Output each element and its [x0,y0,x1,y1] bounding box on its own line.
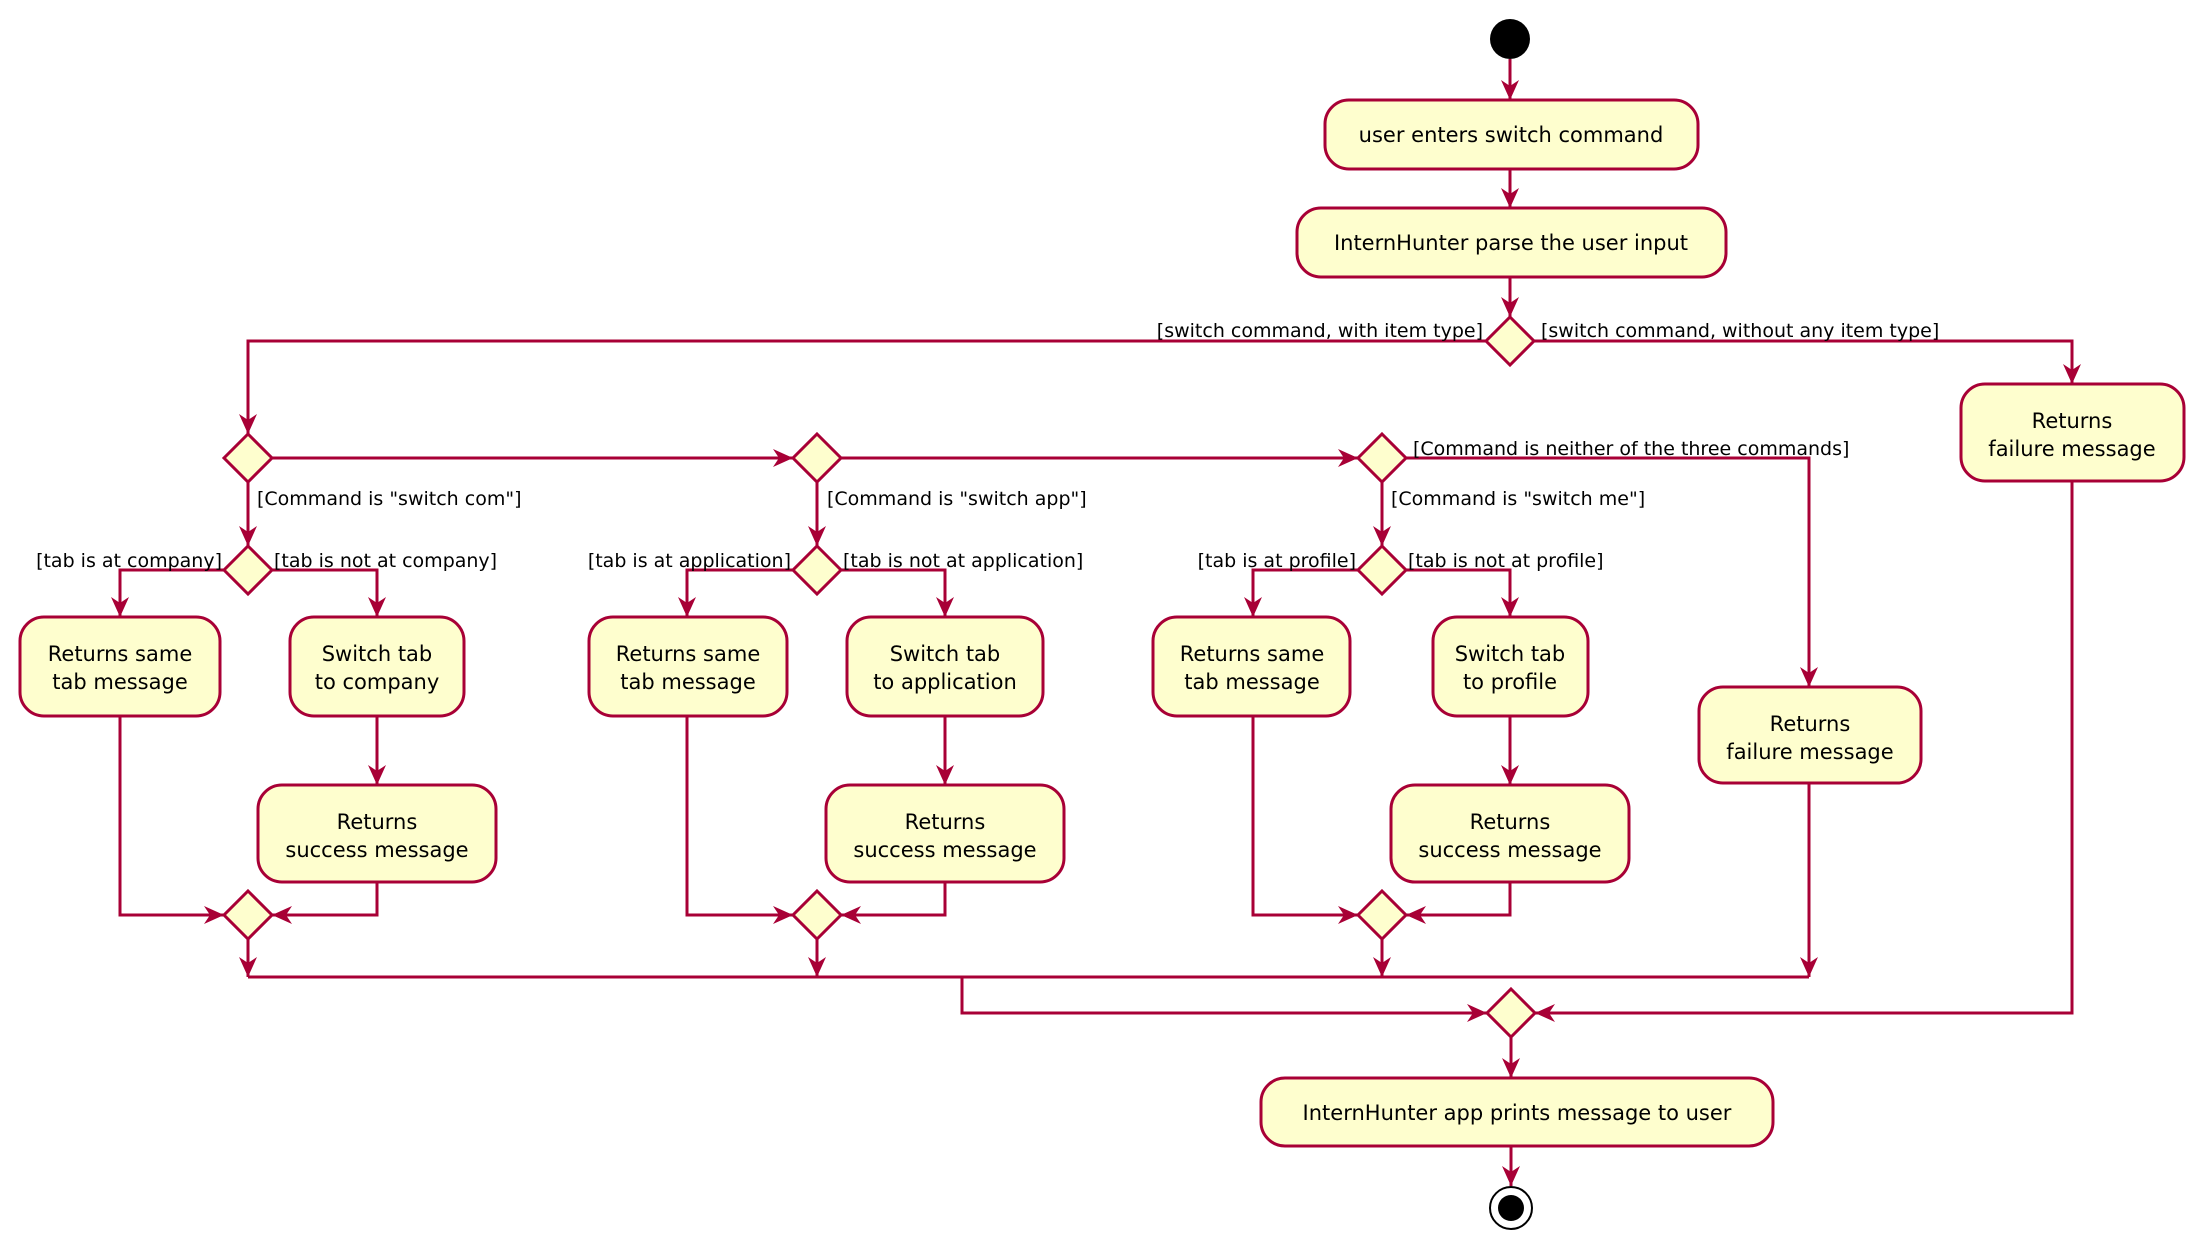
action-text-line: tab message [52,670,188,694]
edge-at-profile [1244,568,1358,617]
edge-not-company [272,568,386,617]
guard-is-me: [Command is "switch me"] [1391,488,1645,510]
decision-switch-me [1355,431,1409,485]
action-text-line: Returns [1770,712,1851,736]
edge-not-application [841,568,954,617]
action-me-switch: Switch tab to profile [1431,615,1590,718]
guard-not-company: [tab is not at company] [274,550,497,572]
guard-at-company: [tab is at company] [36,550,222,572]
decision-tab-profile [1355,543,1409,597]
decision-item-type [1483,314,1537,368]
action-enter: user enters switch command [1323,98,1700,171]
start-node-icon [1490,19,1530,59]
action-text-line: Returns [337,810,418,834]
decision-switch-app [790,431,844,485]
guard-at-profile: [tab is at profile] [1198,550,1356,572]
merge-profile [1355,888,1409,942]
action-text-line: tab message [1184,670,1320,694]
edge-without-type [1534,339,2081,384]
action-com-switch: Switch tab to company [288,615,466,718]
edge-com-success-merge [272,882,379,924]
action-text-line: success message [853,838,1036,862]
guard-not-profile: [tab is not at profile] [1408,550,1604,572]
edge-at-company [111,568,224,617]
action-text-line: Returns same [48,642,193,666]
guard-neither: [Command is neither of the three command… [1413,438,1849,460]
action-enter-text: user enters switch command [1359,123,1664,147]
action-text-line: failure message [1988,437,2155,461]
action-text-line: success message [1418,838,1601,862]
action-text-line: Returns same [616,642,761,666]
decision-switch-com [221,431,275,485]
edge-app-same-merge [685,716,793,924]
action-parse: InternHunter parse the user input [1295,206,1728,279]
guard-is-app: [Command is "switch app"] [827,488,1087,510]
guard-without-type: [switch command, without any item type] [1541,320,1939,342]
action-app-same: Returns same tab message [587,615,789,718]
action-text-line: failure message [1726,740,1893,764]
action-text-line: to profile [1463,670,1557,694]
activity-diagram: user enters switch command InternHunter … [18,19,2186,1230]
edge-join-to-final [960,977,1487,1022]
edge-with-type [239,339,1486,434]
action-print-text: InternHunter app prints message to user [1303,1101,1732,1125]
guard-with-type: [switch command, with item type] [1157,320,1483,342]
action-text-line: tab message [620,670,756,694]
action-text-line: Returns [2032,409,2113,433]
edge-com-same-merge [118,716,224,924]
decision-tab-company [221,543,275,597]
action-print: InternHunter app prints message to user [1259,1076,1775,1148]
edge-not-profile [1406,568,1519,617]
action-text-line: Returns [905,810,986,834]
action-com-success: Returns success message [256,783,498,884]
action-me-success: Returns success message [1389,783,1631,884]
decision-tab-application [790,543,844,597]
edge-me-success-merge [1406,882,1512,924]
guard-labels: [switch command, with item type] [switch… [36,320,1939,572]
guard-is-com: [Command is "switch com"] [257,488,522,510]
edge-me-same-merge [1251,716,1358,924]
end-node-icon [1489,1186,1533,1230]
edge-at-application [678,568,793,617]
merge-application [790,888,844,942]
merge-final [1484,986,1538,1040]
merge-company [221,888,275,942]
action-me-same: Returns same tab message [1151,615,1352,718]
action-app-success: Returns success message [824,783,1066,884]
action-text-line: Returns [1470,810,1551,834]
guard-at-application: [tab is at application] [588,550,791,572]
action-parse-text: InternHunter parse the user input [1334,231,1688,255]
action-text-line: Switch tab [1455,642,1566,666]
action-text-line: to company [315,670,440,694]
action-app-switch: Switch tab to application [845,615,1045,718]
action-text-line: to application [873,670,1017,694]
action-com-same: Returns same tab message [18,615,222,718]
action-text-line: Switch tab [322,642,433,666]
action-text-line: success message [285,838,468,862]
action-text-line: Switch tab [890,642,1001,666]
guard-not-application: [tab is not at application] [843,550,1083,572]
action-text-line: Returns same [1180,642,1325,666]
edge-app-success-merge [841,882,947,924]
action-fail-neither: Returns failure message [1697,685,1923,785]
action-fail-no-type: Returns failure message [1959,382,2186,483]
